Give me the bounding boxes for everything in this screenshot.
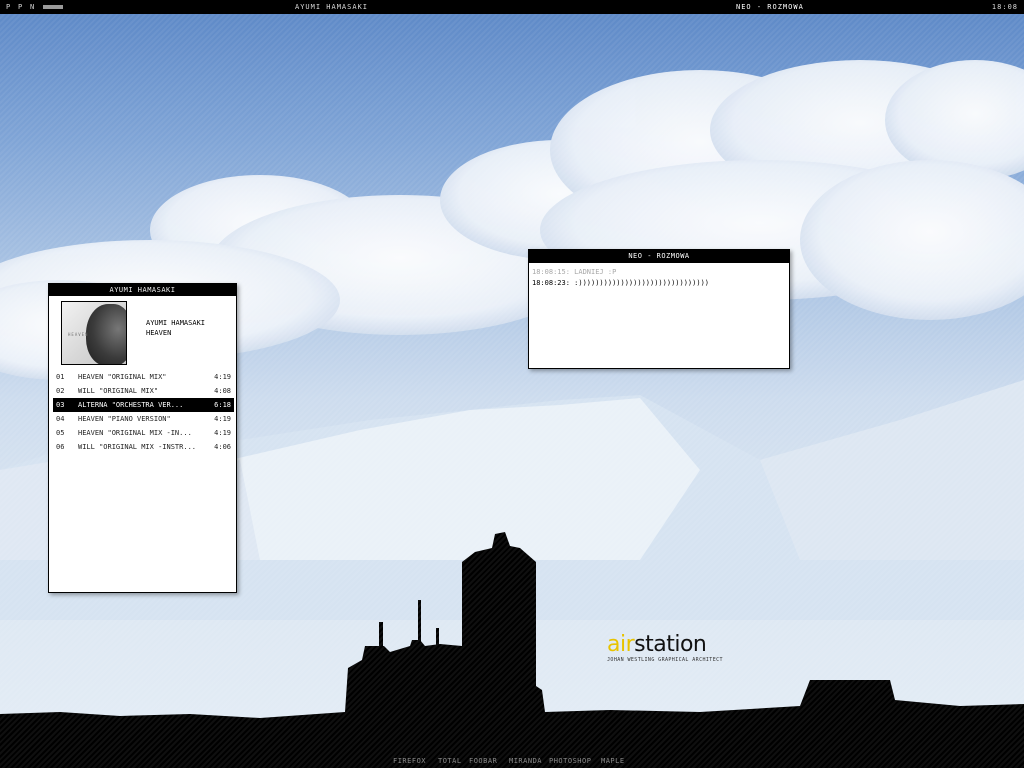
- logo-subtitle: Johan Westling graphical architect: [607, 657, 723, 663]
- track-title: Heaven "piano version": [78, 415, 171, 423]
- top-bar: P P N Ayumi Hamasaki Neo - Rozmowa 18:08: [0, 0, 1024, 14]
- play-button[interactable]: P: [6, 3, 11, 11]
- track-number: 02: [56, 387, 65, 395]
- track-duration: 4:19: [214, 429, 231, 437]
- chat-message: 18:08:23: :)))))))))))))))))))))))))))))…: [532, 279, 710, 287]
- album-info: Ayumi Hamasaki Heaven: [146, 318, 205, 338]
- playback-progress-bar[interactable]: [43, 5, 63, 9]
- album-name: Heaven: [146, 329, 172, 337]
- clock: 18:08: [991, 3, 1018, 11]
- next-button[interactable]: N: [30, 3, 35, 11]
- track-title: Will "original mix -instr...: [78, 443, 197, 451]
- airstation-logo: airstation Johan Westling graphical arch…: [607, 632, 723, 664]
- track-row[interactable]: 01 Heaven "original mix" 4:19: [53, 370, 234, 384]
- chat-message: 18:08:15: Ladniej :P: [532, 268, 617, 276]
- active-window-label[interactable]: Neo - Rozmowa: [736, 3, 804, 11]
- track-duration: 4:19: [214, 415, 231, 423]
- tracklist: 01 Heaven "original mix" 4:19 02 Will "o…: [53, 370, 234, 454]
- cover-text: HEAVEN: [68, 332, 89, 337]
- album-cover: HEAVEN: [61, 301, 127, 365]
- track-title: Heaven "original mix -in...: [78, 429, 192, 437]
- track-duration: 6:18: [214, 401, 231, 409]
- track-row[interactable]: 04 Heaven "piano version" 4:19: [53, 412, 234, 426]
- track-duration: 4:06: [214, 443, 231, 451]
- taskbar-item-photoshop[interactable]: photoshop: [549, 757, 591, 765]
- chat-title-bar[interactable]: Neo - Rozmowa: [529, 250, 789, 263]
- track-title: Alterna "orchestra ver...: [78, 401, 184, 409]
- track-row[interactable]: 02 Will "original mix" 4:08: [53, 384, 234, 398]
- pause-button[interactable]: P: [18, 3, 23, 11]
- track-row[interactable]: 06 Will "original mix -instr... 4:06: [53, 440, 234, 454]
- now-playing-label: Ayumi Hamasaki: [295, 3, 369, 11]
- track-number: 01: [56, 373, 65, 381]
- logo-wordmark: airstation: [607, 632, 707, 657]
- taskbar-item-total[interactable]: total: [438, 757, 462, 765]
- taskbar-item-firefox[interactable]: firefox: [393, 757, 426, 765]
- track-duration: 4:19: [214, 373, 231, 381]
- cover-portrait: [86, 304, 126, 364]
- track-number: 05: [56, 429, 65, 437]
- track-row-selected[interactable]: 03 Alterna "orchestra ver... 6:18: [53, 398, 234, 412]
- track-title: Will "original mix": [78, 387, 159, 395]
- track-duration: 4:08: [214, 387, 231, 395]
- music-player-window: Ayumi Hamasaki HEAVEN Ayumi Hamasaki Hea…: [48, 283, 237, 593]
- track-number: 03: [56, 401, 65, 409]
- taskbar-item-miranda[interactable]: miranda: [509, 757, 542, 765]
- track-row[interactable]: 05 Heaven "original mix -in... 4:19: [53, 426, 234, 440]
- player-title-bar[interactable]: Ayumi Hamasaki: [49, 284, 236, 296]
- artist-name: Ayumi Hamasaki: [146, 319, 206, 327]
- taskbar-item-foobar[interactable]: foobar: [469, 757, 497, 765]
- taskbar-item-maple[interactable]: maple: [601, 757, 625, 765]
- track-title: Heaven "original mix": [78, 373, 167, 381]
- track-number: 06: [56, 443, 65, 451]
- taskbar: firefox total foobar miranda photoshop m…: [0, 756, 1024, 768]
- track-number: 04: [56, 415, 65, 423]
- chat-window: Neo - Rozmowa 18:08:15: Ladniej :P 18:08…: [528, 249, 790, 369]
